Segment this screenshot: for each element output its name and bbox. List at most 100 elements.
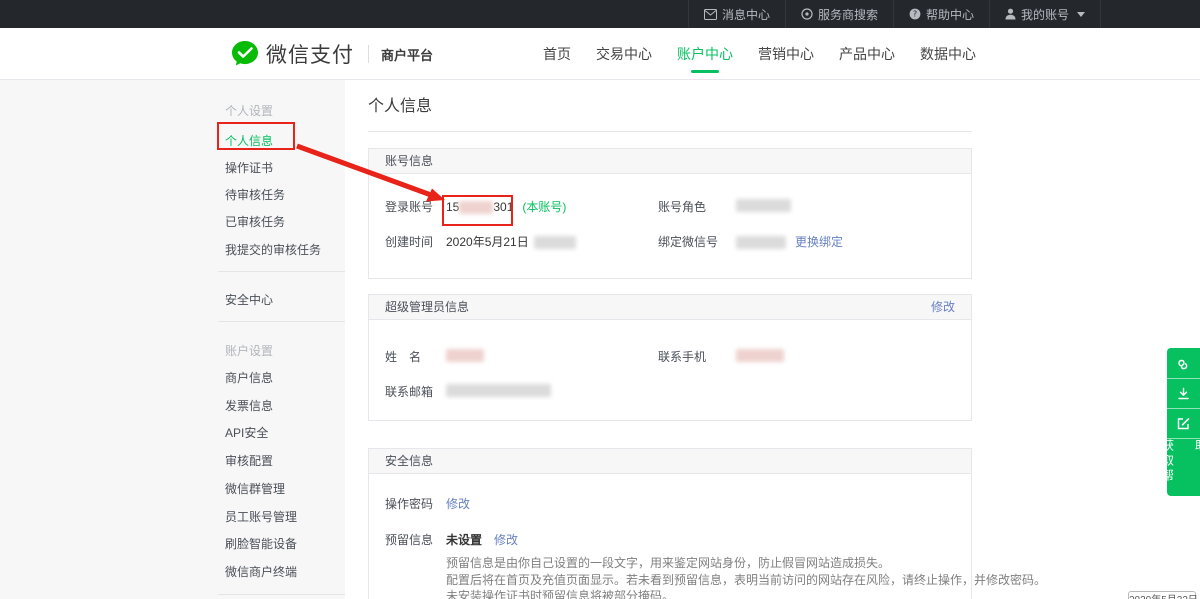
- security-info-card: 安全信息 操作密码 修改 预留信息 未设置修改 预留信息是由你自己设置的一段文字…: [368, 448, 972, 599]
- caret-down-icon: [1077, 12, 1085, 17]
- contact-email-value: [446, 383, 551, 397]
- sidebar-item-operation-certificate[interactable]: 操作证书: [225, 159, 273, 176]
- get-help-button[interactable]: 获取帮助: [1167, 438, 1200, 496]
- contact-phone-redaction: [736, 349, 784, 362]
- brand-area[interactable]: 微信支付 商户平台: [230, 28, 433, 80]
- nav-product-center[interactable]: 产品中心: [839, 28, 895, 80]
- created-time-label: 创建时间: [385, 233, 433, 250]
- service-provider-search-menu[interactable]: 服务商搜索: [785, 0, 893, 28]
- super-admin-card-title: 超级管理员信息: [385, 300, 469, 314]
- description-line: 配置后将在首页及充值页面显示。若未看到预留信息，表明当前访问的网站存在风险，请终…: [446, 572, 1046, 589]
- search-icon: [801, 8, 813, 20]
- sidebar-item-pending-review-tasks[interactable]: 待审核任务: [225, 186, 285, 203]
- nav-home[interactable]: 首页: [543, 28, 571, 80]
- sidebar-item-merchant-info[interactable]: 商户信息: [225, 369, 273, 386]
- sidebar-item-my-submitted-tasks[interactable]: 我提交的审核任务: [225, 241, 321, 258]
- user-icon: [1005, 8, 1016, 20]
- feedback-button[interactable]: [1167, 408, 1200, 438]
- my-account-menu[interactable]: 我的账号: [989, 0, 1101, 28]
- floating-help-panel: 获取帮助: [1167, 348, 1200, 496]
- edit-admin-link[interactable]: 修改: [931, 295, 955, 320]
- edit-icon: [1176, 416, 1191, 431]
- description-line: 预留信息是由你自己设置的一段文字，用来鉴定网站身份，防止假冒网站造成损失。: [446, 555, 1046, 572]
- account-info-card-header: 账号信息: [369, 149, 971, 174]
- sidebar-item-wechat-merchant-terminal[interactable]: 微信商户终端: [225, 563, 297, 580]
- sidebar-section-account-settings: 账户设置: [225, 342, 273, 359]
- brand-divider: [368, 45, 369, 63]
- top-utility-bar: 消息中心 服务商搜索 ? 帮助中心 我的账号: [0, 0, 1200, 28]
- account-info-card: 账号信息 登录账号 15301(本账号) 账号角色 创建时间 2020年5月21…: [368, 148, 972, 279]
- sidebar-item-face-recognition-devices[interactable]: 刷脸智能设备: [225, 535, 297, 552]
- sidebar-item-staff-account-management[interactable]: 员工账号管理: [225, 508, 297, 525]
- download-button[interactable]: [1167, 378, 1200, 408]
- sidebar-item-security-center[interactable]: 安全中心: [225, 291, 273, 308]
- bound-wechat-value: 更换绑定: [736, 233, 843, 250]
- primary-nav: 首页 交易中心 账户中心 营销中心 产品中心 数据中心: [543, 28, 976, 80]
- mail-icon: [704, 9, 717, 20]
- portal-label: 商户平台: [381, 45, 433, 64]
- bound-wechat-label: 绑定微信号: [658, 233, 718, 250]
- my-account-label: 我的账号: [1021, 6, 1069, 23]
- reserved-info-value: 未设置修改: [446, 531, 518, 548]
- account-role-label: 账号角色: [658, 198, 706, 215]
- edit-password-link[interactable]: 修改: [446, 497, 470, 511]
- login-account-label: 登录账号: [385, 198, 433, 215]
- edit-reserved-info-link[interactable]: 修改: [494, 533, 518, 547]
- reserved-info-description: 预留信息是由你自己设置的一段文字，用来鉴定网站身份，防止假冒网站造成损失。 配置…: [446, 555, 1046, 599]
- nav-transaction-center[interactable]: 交易中心: [596, 28, 652, 80]
- sidebar-divider: [218, 271, 345, 272]
- main-header: 微信支付 商户平台 首页 交易中心 账户中心 营销中心 产品中心 数据中心: [0, 28, 1200, 80]
- sidebar-divider: [218, 594, 345, 595]
- contact-phone-value: [736, 348, 784, 362]
- created-time-value: 2020年5月21日: [446, 233, 576, 250]
- created-time-redaction: [534, 236, 576, 249]
- quick-link-button[interactable]: [1167, 348, 1200, 378]
- page-title: 个人信息: [368, 92, 432, 116]
- wechat-pay-logo-icon: [230, 39, 260, 69]
- svg-text:?: ?: [913, 10, 917, 19]
- contact-phone-label: 联系手机: [658, 348, 706, 365]
- description-line: 未安装操作证书时预留信息将被部分掩码。: [446, 588, 1046, 599]
- login-account-value: 15301(本账号): [446, 198, 566, 215]
- sidebar-item-api-security[interactable]: API安全: [225, 424, 268, 441]
- super-admin-card: 超级管理员信息 修改 姓 名 联系手机 联系邮箱: [368, 294, 972, 421]
- brand-name: 微信支付: [266, 39, 354, 69]
- nav-marketing-center[interactable]: 营销中心: [758, 28, 814, 80]
- date-tooltip: 2020年5月22日: [1128, 591, 1196, 599]
- get-help-label: 获取帮助: [1151, 439, 1200, 496]
- name-label: 姓 名: [385, 348, 421, 365]
- operation-password-label: 操作密码: [385, 495, 433, 512]
- login-account-redaction: [459, 201, 493, 214]
- title-divider: [368, 131, 972, 132]
- sidebar: 个人设置 个人信息 操作证书 待审核任务 已审核任务 我提交的审核任务 安全中心…: [0, 80, 345, 599]
- sidebar-item-reviewed-tasks[interactable]: 已审核任务: [225, 213, 285, 230]
- nav-data-center[interactable]: 数据中心: [920, 28, 976, 80]
- change-binding-link[interactable]: 更换绑定: [795, 235, 843, 249]
- sidebar-item-wechat-group-management[interactable]: 微信群管理: [225, 480, 285, 497]
- nav-account-center[interactable]: 账户中心: [677, 28, 733, 80]
- sidebar-divider: [218, 321, 345, 322]
- download-icon: [1176, 386, 1191, 401]
- account-role-value: [736, 198, 791, 212]
- sidebar-section-personal-settings: 个人设置: [225, 102, 273, 119]
- message-center-label: 消息中心: [722, 6, 770, 23]
- help-center-menu[interactable]: ? 帮助中心: [893, 0, 989, 28]
- wechat-pay-merchant-portal: 消息中心 服务商搜索 ? 帮助中心 我的账号: [0, 0, 1200, 599]
- bound-wechat-redaction: [736, 236, 786, 249]
- account-role-redaction: [736, 199, 791, 212]
- contact-email-redaction: [446, 384, 551, 397]
- reserved-info-label: 预留信息: [385, 531, 433, 548]
- sidebar-item-personal-info[interactable]: 个人信息: [225, 132, 273, 149]
- service-provider-search-label: 服务商搜索: [818, 6, 878, 23]
- main-content: 个人信息 账号信息 登录账号 15301(本账号) 账号角色 创建时间 2020…: [345, 80, 1200, 599]
- security-info-card-header: 安全信息: [369, 449, 971, 474]
- sidebar-item-review-config[interactable]: 审核配置: [225, 452, 273, 469]
- current-account-note: (本账号): [522, 200, 566, 214]
- help-center-label: 帮助中心: [926, 6, 974, 23]
- sidebar-item-invoice-info[interactable]: 发票信息: [225, 397, 273, 414]
- name-redaction: [446, 349, 484, 362]
- name-value: [446, 348, 484, 362]
- message-center-menu[interactable]: 消息中心: [688, 0, 785, 28]
- contact-email-label: 联系邮箱: [385, 383, 433, 400]
- link-icon: [1176, 356, 1191, 371]
